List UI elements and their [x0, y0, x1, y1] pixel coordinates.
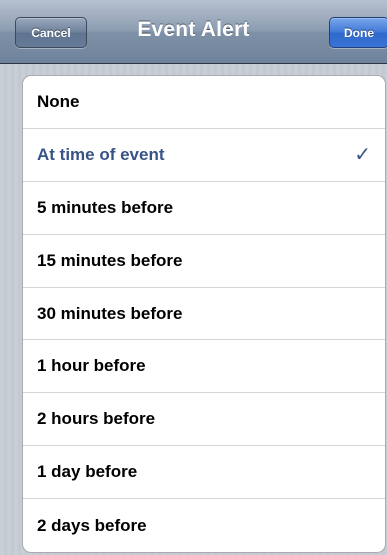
list-item-none[interactable]: None [23, 76, 385, 129]
list-item-2-days-before[interactable]: 2 days before [23, 499, 385, 552]
list-item-label: 1 hour before [37, 356, 146, 376]
list-item-1-day-before[interactable]: 1 day before [23, 446, 385, 500]
list-item-at-time-of-event[interactable]: At time of event ✓ [23, 129, 385, 182]
list-item-label: 5 minutes before [37, 197, 174, 217]
list-item-label: 2 hours before [37, 409, 156, 429]
list-item-label: At time of event [37, 144, 165, 164]
list-item-5-minutes-before[interactable]: 5 minutes before [23, 182, 385, 235]
screen-background: Cancel Event Alert Done None At time of … [0, 0, 387, 555]
list-item-30-minutes-before[interactable]: 30 minutes before [23, 288, 385, 341]
list-item-label: 15 minutes before [37, 250, 183, 270]
alert-options-list: None At time of event ✓ 5 minutes before… [22, 75, 386, 554]
list-item-label: 1 day before [37, 462, 138, 482]
list-item-label: None [37, 91, 80, 111]
list-item-15-minutes-before[interactable]: 15 minutes before [23, 235, 385, 288]
done-button[interactable]: Done [329, 17, 387, 48]
list-item-2-hours-before[interactable]: 2 hours before [23, 393, 385, 447]
checkmark-icon: ✓ [354, 144, 371, 167]
list-item-1-hour-before[interactable]: 1 hour before [23, 340, 385, 394]
list-item-label: 30 minutes before [37, 303, 183, 323]
list-item-label: 2 days before [37, 515, 147, 535]
navigation-bar: Cancel Event Alert Done [0, 0, 387, 64]
